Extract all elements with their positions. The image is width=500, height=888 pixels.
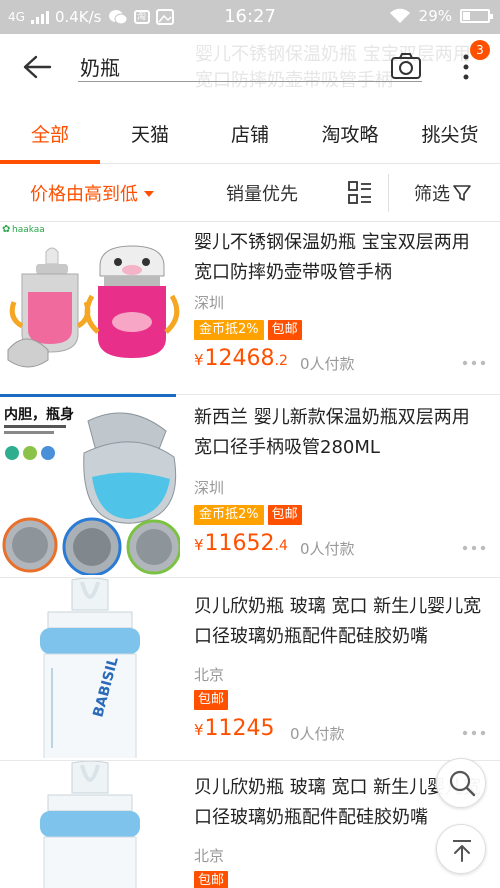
more-horizontal-icon[interactable] [462,360,486,366]
price-currency: ¥ [194,351,204,369]
free-shipping-tag: 包邮 [194,690,229,710]
image-search-button[interactable] [436,758,486,808]
product-price: ¥ 11245 [194,716,275,741]
product-tags: 金币抵2% 包邮 [194,505,302,525]
back-to-top-button[interactable] [436,824,486,874]
more-horizontal-icon[interactable] [462,545,486,551]
paid-count: 0人付款 [300,355,355,373]
free-shipping-tag: 包邮 [194,871,229,888]
product-item[interactable]: 贝儿欣奶瓶 玻璃 宽口 新生儿婴儿宽口径玻璃奶瓶配件配硅胶奶嘴 北京 包邮 [0,761,500,888]
price-integer: 12468 [204,346,275,371]
search-input[interactable]: 奶瓶 [78,46,422,82]
price-currency: ¥ [194,721,204,739]
sort-bar: 价格由高到低 销量优先 筛选 [0,164,500,222]
product-item[interactable]: BABISIL 贝儿欣奶瓶 玻璃 宽口 新生儿婴儿宽口径玻璃奶瓶配件配硅胶奶嘴 … [0,578,500,758]
product-thumbnail[interactable] [0,761,180,888]
thumb-brand: haakaa [12,225,45,235]
product-title[interactable]: 新西兰 婴儿新款保温奶瓶双层两用宽口径手柄吸管280ML [194,403,484,463]
price-decimal: .2 [274,353,288,369]
product-location: 深圳 [194,294,225,312]
product-tags: 金币抵2% 包邮 [194,320,302,340]
free-shipping-tag: 包邮 [267,320,302,340]
more-horizontal-icon[interactable] [462,730,486,736]
tab-shops[interactable]: 店铺 [200,120,300,147]
filter-button[interactable]: 筛选 [414,180,472,206]
price-currency: ¥ [194,536,204,554]
search-tabs: 全部 天猫 店铺 淘攻略 挑尖货 [0,100,500,164]
price-integer: 11652 [204,531,275,556]
product-thumbnail[interactable]: ✿ haakaa [0,222,180,394]
battery-icon [460,9,493,23]
filter-label: 筛选 [414,184,450,205]
list-view-icon[interactable] [348,181,372,205]
caret-down-icon [144,191,154,197]
product-title[interactable]: 婴儿不锈钢保温奶瓶 宝宝双层两用宽口防摔奶壶带吸管手柄 [194,228,484,288]
price-decimal: .4 [274,538,288,554]
sort-sales[interactable]: 销量优先 [226,180,298,206]
tab-tmall[interactable]: 天猫 [100,120,200,147]
back-to-top-icon [453,840,471,862]
glass-bottle-image [40,761,140,888]
product-tags: 包邮 [194,690,229,710]
sort-price-label: 价格由高到低 [30,184,138,205]
product-thumbnail[interactable]: BABISIL [0,578,180,758]
search-query: 奶瓶 [80,56,120,80]
search-header: 婴儿不锈钢保温奶瓶 宝宝双层两用宽口防摔奶壶带吸管手柄 奶瓶 3 [0,34,500,100]
product-item[interactable]: 内胆，瓶身 新西兰 婴儿新款保温奶瓶双层两用宽口径手柄吸管280ML 深圳 金币… [0,397,500,577]
product-title[interactable]: 贝儿欣奶瓶 玻璃 宽口 新生儿婴儿宽口径玻璃奶瓶配件配硅胶奶嘴 [194,592,484,652]
coin-discount-tag: 金币抵2% [194,320,264,340]
message-badge: 3 [470,40,490,60]
product-location: 深圳 [194,479,225,497]
status-bar: 4G 0.4K/s 淘 16:27 29% [0,0,500,34]
thumb-caption: 内胆，瓶身 [4,406,74,423]
glass-bottle-image: BABISIL [40,578,140,758]
product-thumbnail[interactable]: 内胆，瓶身 [0,397,180,575]
product-location: 北京 [194,666,225,684]
sortbar-divider [388,174,389,212]
product-item[interactable]: ✿ haakaa 婴儿不锈钢保温奶瓶 宝宝双层两用宽口防摔奶壶带吸管手柄 深圳 … [0,222,500,394]
sort-price-desc[interactable]: 价格由高到低 [30,180,154,206]
insulated-bottle-parts-image: 内胆，瓶身 [2,406,180,575]
product-price: ¥ 12468 .2 [194,346,288,371]
product-location: 北京 [194,847,225,865]
coin-discount-tag: 金币抵2% [194,505,264,525]
free-shipping-tag: 包邮 [267,505,302,525]
tab-premium[interactable]: 挑尖货 [400,120,500,147]
product-price: ¥ 11652 .4 [194,531,288,556]
product-tags: 包邮 [194,871,229,888]
tab-all[interactable]: 全部 [0,120,100,147]
filter-funnel-icon [453,185,471,201]
insulated-bottle-image: ✿ haakaa [2,224,180,368]
price-integer: 11245 [204,716,275,741]
battery-percent: 29% [418,7,452,25]
back-arrow-icon[interactable] [22,54,52,80]
paid-count: 0人付款 [290,725,345,743]
svg-text:✿: ✿ [2,224,10,235]
camera-icon[interactable] [390,52,422,80]
tab-guides[interactable]: 淘攻略 [300,120,400,147]
paid-count: 0人付款 [300,540,355,558]
image-search-icon [449,770,476,797]
wifi-icon [389,8,410,23]
